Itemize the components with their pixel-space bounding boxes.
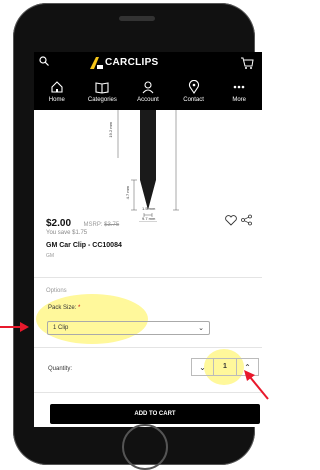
quantity-value[interactable]: 1 <box>214 359 236 375</box>
logo-text[interactable]: CARCLIPS <box>105 57 159 68</box>
dim-label: 19.2 mm <box>108 122 113 138</box>
nav-label: Categories <box>87 97 117 103</box>
divider <box>34 347 262 348</box>
pack-size-label-text: Pack Size: <box>48 305 77 311</box>
annotation-arrow-right <box>244 370 269 400</box>
location-pin-icon <box>188 80 199 94</box>
options-title: Options <box>46 288 67 294</box>
phone-speaker <box>119 16 155 21</box>
add-to-cart-button[interactable]: ADD TO CART <box>50 404 260 424</box>
heart-icon[interactable] <box>225 215 237 226</box>
pack-size-label: Pack Size: * <box>48 305 80 311</box>
pack-size-value: 1 Clip <box>53 325 69 331</box>
nav-item-contact[interactable]: Contact <box>172 76 216 103</box>
share-icon[interactable] <box>241 214 252 226</box>
book-icon <box>95 82 109 94</box>
more-dots-icon <box>233 85 245 89</box>
msrp-value: $3.75 <box>104 222 120 228</box>
nav-label: Account <box>137 97 159 103</box>
nav-item-categories[interactable]: Categories <box>80 76 124 103</box>
msrp: MSRP: $3.75 <box>83 222 119 228</box>
price: $2.00 <box>46 218 72 229</box>
required-mark: * <box>78 305 81 311</box>
phone-frame: CARCLIPS Home Categories Account Contact… <box>13 3 262 470</box>
top-bar: CARCLIPS <box>34 52 262 76</box>
divider <box>34 277 262 278</box>
nav-item-home[interactable]: Home <box>35 76 79 103</box>
product-image: 19.2 mm 4.7 mm 1.5 mm 9.7 mm <box>34 110 262 223</box>
logo-icon[interactable] <box>88 56 104 70</box>
savings-text: You save $1.75 <box>46 230 88 236</box>
tutorial-screenshot: CARCLIPS Home Categories Account Contact… <box>0 0 269 470</box>
chevron-down-icon: ⌄ <box>198 325 204 332</box>
nav-label: More <box>232 97 246 103</box>
annotation-highlight <box>36 294 148 344</box>
quantity-label: Quantity: <box>48 366 73 372</box>
divider <box>34 392 262 393</box>
phone-home-button <box>122 424 168 470</box>
pack-size-select[interactable]: 1 Clip ⌄ <box>47 321 210 335</box>
main-nav: Home Categories Account Contact More <box>34 76 262 110</box>
cart-icon[interactable] <box>240 56 254 70</box>
annotation-arrow-left <box>0 322 29 332</box>
price-row: $2.00 MSRP: $3.75 <box>46 213 254 229</box>
search-icon[interactable] <box>39 56 49 66</box>
dim-label: 4.7 mm <box>125 186 130 200</box>
dim-label: 1.5 mm <box>142 206 156 211</box>
product-brand: GM <box>46 253 55 259</box>
quantity-decrease-button[interactable]: ⌄ <box>192 359 214 375</box>
home-icon <box>51 81 63 93</box>
user-icon <box>142 81 154 94</box>
product-name: GM Car Clip - CC10084 <box>46 242 122 249</box>
action-icons <box>224 213 254 231</box>
nav-item-more[interactable]: More <box>217 76 261 103</box>
msrp-label: MSRP: <box>83 222 103 228</box>
nav-label: Contact <box>183 97 204 103</box>
nav-item-account[interactable]: Account <box>126 76 170 103</box>
nav-label: Home <box>48 97 65 103</box>
phone-screen: CARCLIPS Home Categories Account Contact… <box>34 52 262 427</box>
